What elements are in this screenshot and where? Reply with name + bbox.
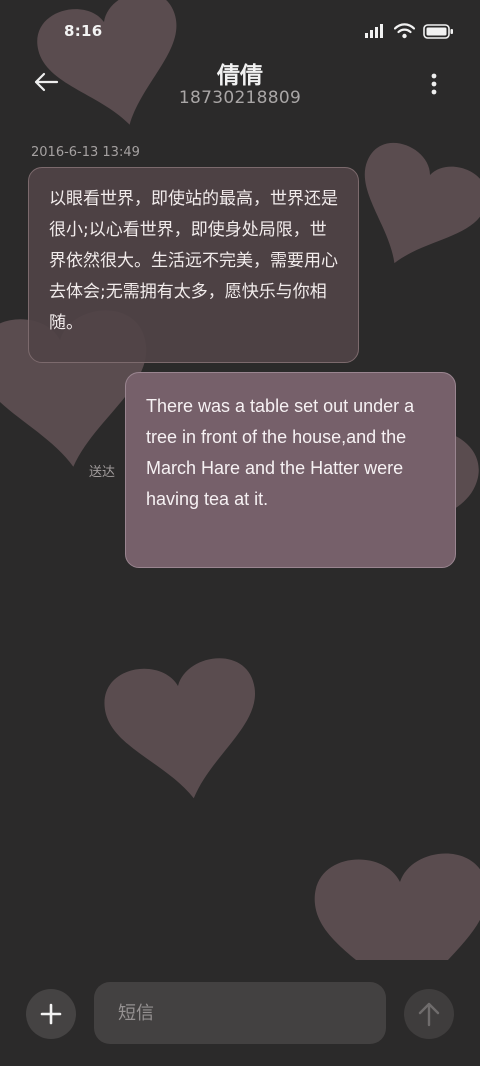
more-options-button[interactable] [422, 70, 446, 98]
incoming-message-text: 以眼看世界，即使站的最高，世界还是很小;以心看世界，即使身处局限，世界依然很大。… [49, 189, 338, 333]
heart-decoration [104, 658, 255, 799]
delivery-status: 送达 [89, 465, 116, 480]
incoming-message-bubble[interactable]: 以眼看世界，即使站的最高，世界还是很小;以心看世界，即使身处局限，世界依然很大。… [28, 167, 359, 363]
outgoing-message-bubble[interactable]: There was a table set out under a tree i… [125, 372, 456, 568]
contact-name: 倩倩 [217, 63, 263, 89]
contact-number: 18730218809 [178, 88, 302, 108]
signal-icon [365, 24, 383, 38]
add-attachment-button[interactable] [26, 989, 76, 1039]
status-time: 8:16 [64, 22, 103, 40]
status-icons [365, 22, 454, 40]
message-input-container [94, 982, 386, 1044]
plus-icon [40, 1003, 62, 1025]
battery-icon [423, 23, 453, 39]
wifi-icon [394, 23, 415, 39]
message-input[interactable] [94, 982, 386, 1044]
send-button[interactable] [404, 989, 454, 1039]
message-timestamp: 2016-6-13 13:49 [31, 145, 140, 160]
outgoing-message-text: There was a table set out under a tree i… [146, 396, 415, 509]
more-vertical-icon [431, 73, 437, 95]
conversation-header: 倩倩 18730218809 [0, 52, 480, 122]
send-arrow-up-icon [418, 1002, 440, 1027]
